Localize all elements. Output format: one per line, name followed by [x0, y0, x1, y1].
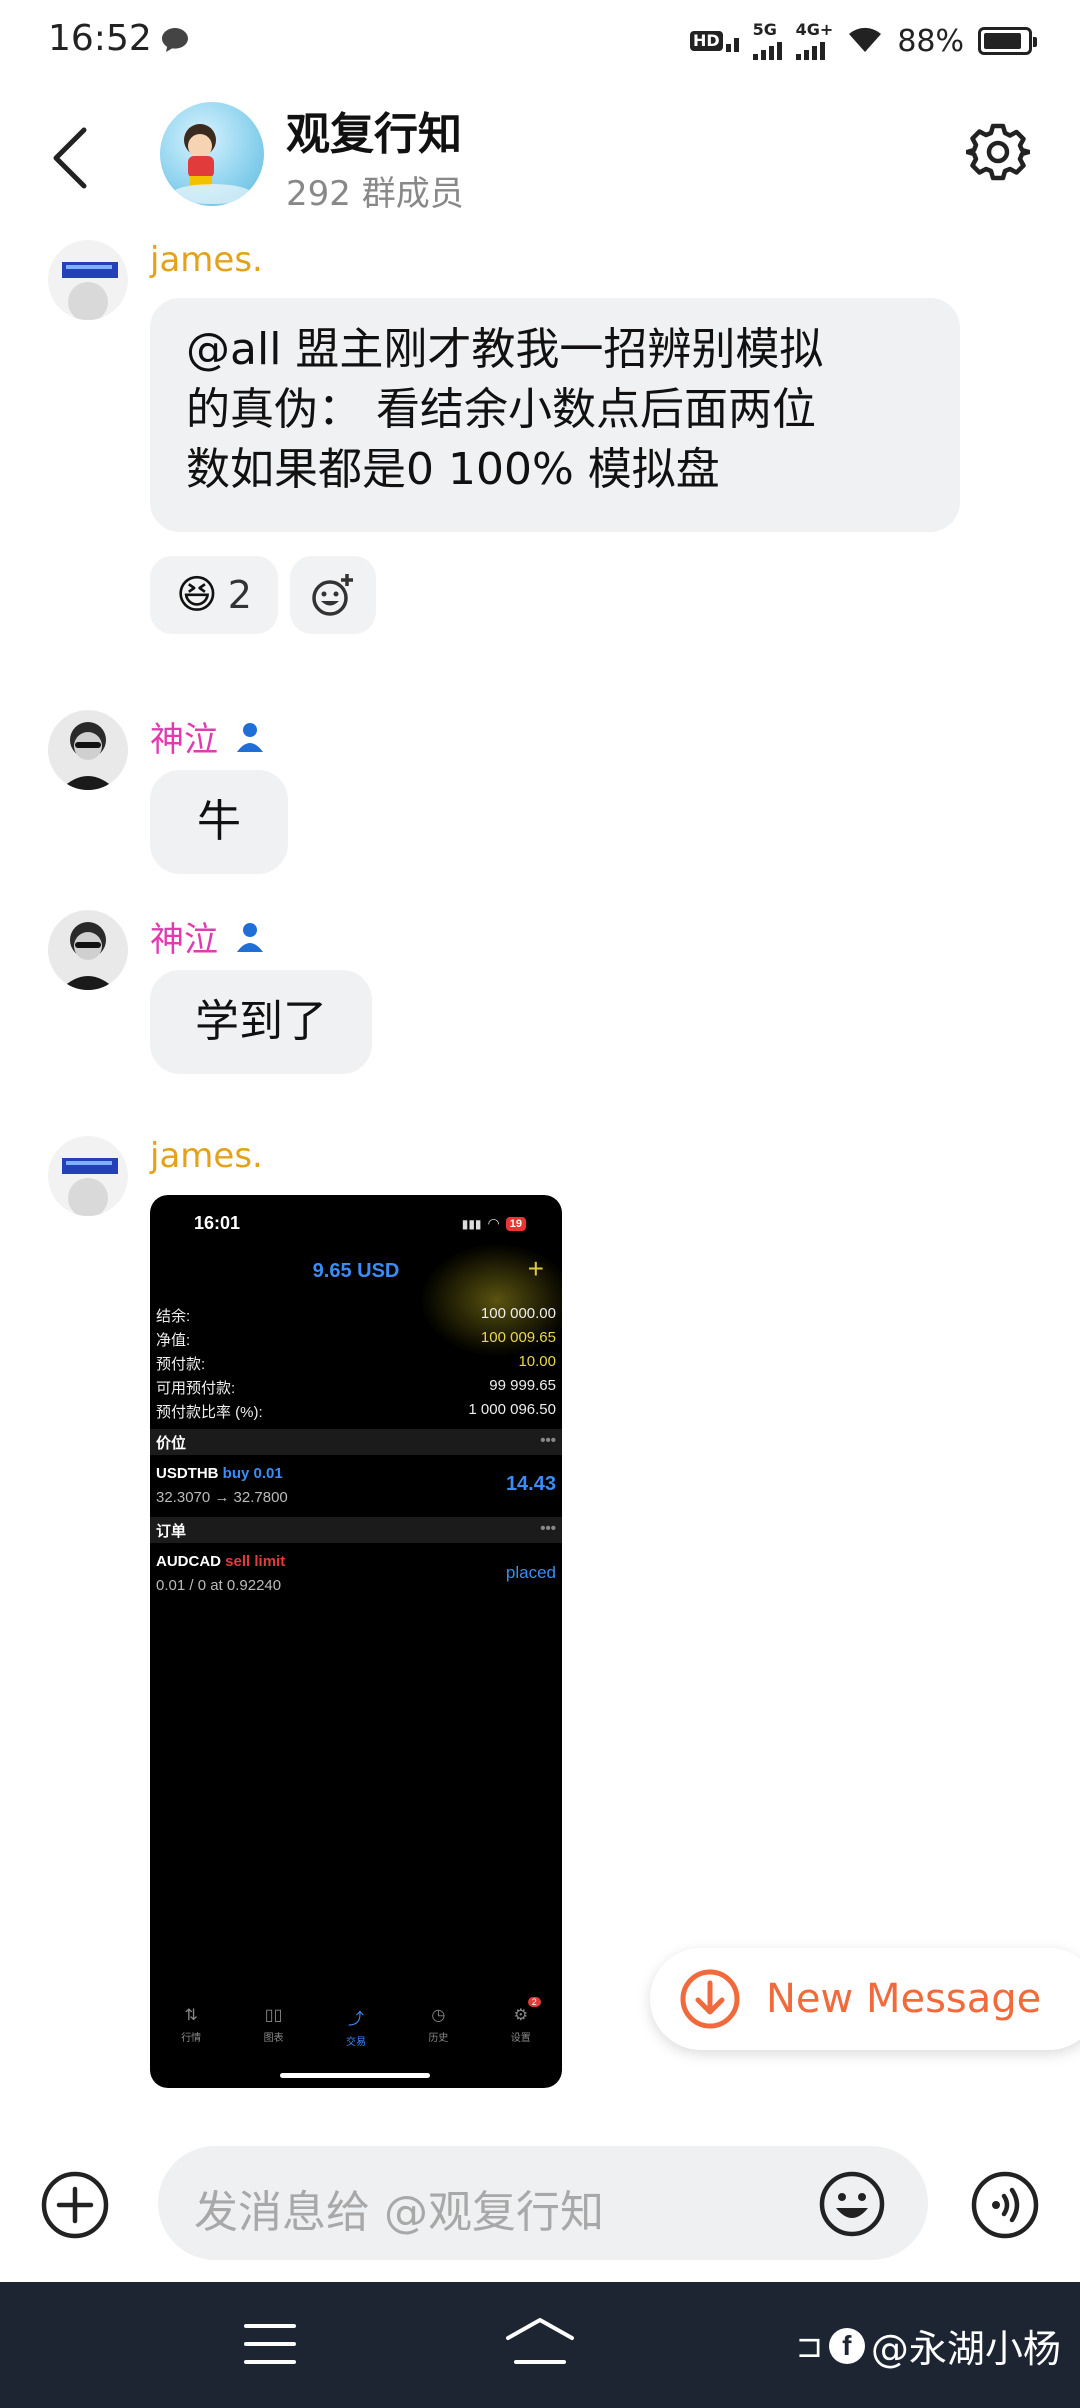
message-bubble[interactable]: 牛: [150, 770, 288, 874]
new-message-button[interactable]: New Message: [650, 1948, 1080, 2050]
arrow-down-circle-icon: [680, 1969, 740, 2029]
add-emoji-icon: [312, 574, 353, 616]
avatar[interactable]: [48, 240, 128, 320]
shot-wifi-icon: ◠: [487, 1215, 500, 1231]
add-reaction-button[interactable]: [290, 556, 376, 634]
shot-signal-icon: ▮▮▮: [461, 1216, 482, 1231]
laughing-emoji-icon: 😆: [176, 572, 218, 618]
shot-order-symbol: AUDCAD sell limit: [156, 1553, 286, 1570]
gear-icon: [964, 123, 1032, 181]
chat-header: 观复行知 292 群成员: [0, 84, 1080, 224]
message-input[interactable]: 发消息给 @观复行知: [158, 2146, 928, 2260]
avatar-image: [60, 722, 116, 790]
5g-signal-icon: 5G: [752, 22, 782, 60]
shot-battery: 19: [505, 1216, 526, 1231]
shot-status-icons: ▮▮▮ ◠ 19: [462, 1215, 526, 1232]
input-bar: 发消息给 @观复行知: [0, 2130, 1080, 2280]
avatar[interactable]: [48, 710, 128, 790]
shot-section-orders: 订单 •••: [150, 1517, 562, 1543]
battery-icon: [978, 27, 1037, 55]
sender-name: 神泣: [150, 720, 218, 760]
shot-row: 可用预付款: 99 999.65: [156, 1377, 556, 1397]
shot-row: 预付款: 10.00: [156, 1353, 556, 1373]
home-icon: [506, 2318, 574, 2364]
message-line: 的真伪： 看结余小数点后面两位: [186, 384, 816, 435]
smiley-icon: [819, 2171, 885, 2237]
avatar-image: [62, 262, 118, 320]
reaction-count: 2: [227, 573, 252, 617]
shot-tab-settings: ⚙ 设置 2: [491, 1997, 551, 2048]
shot-time: 16:01: [194, 1213, 241, 1233]
shot-order-detail: 0.01 / 0 at 0.92240: [156, 1577, 282, 1594]
admin-badge-icon: [237, 722, 263, 752]
watermark: ⊐ f @永湖小杨: [796, 2318, 1061, 2373]
back-arrow-icon: [53, 127, 87, 189]
reaction-chip[interactable]: 😆 2: [150, 556, 278, 634]
message-text: 学到了: [195, 996, 327, 1047]
message-line: 数如果都是0 100% 模拟盘: [186, 444, 720, 495]
sender-name: 神泣: [150, 920, 218, 960]
cartoon-avatar-icon: [172, 124, 252, 204]
add-attachment-button[interactable]: [40, 2170, 110, 2240]
sender-name-row[interactable]: 神泣: [150, 912, 264, 961]
shot-position-symbol: USDTHB buy 0.01: [156, 1465, 283, 1482]
sender-name-row[interactable]: 神泣: [150, 712, 264, 761]
shot-tab-chart: ▯▯ 图表: [263, 2007, 284, 2044]
shot-tab-quotes: ⇅ 行情: [181, 2007, 202, 2044]
shot-tab-history: ◷ 历史: [428, 2007, 449, 2044]
message-text: 牛: [197, 796, 241, 847]
status-indicators: HD 5G 4G+ 88%: [689, 22, 1037, 60]
message-bubble[interactable]: @all 盟主刚才教我一招辨别模拟 的真伪： 看结余小数点后面两位 数如果都是0…: [150, 298, 960, 532]
status-time: 16:52: [48, 18, 152, 59]
shot-position-profit: 14.43: [505, 1473, 556, 1495]
recent-apps-button[interactable]: [244, 2322, 296, 2370]
back-nav-icon: ⊐: [796, 2326, 823, 2365]
wifi-icon: [847, 24, 883, 58]
4g-signal-icon: 4G+: [795, 22, 833, 60]
shot-row: 预付款比率 (%): 1 000 096.50: [156, 1401, 556, 1421]
shot-plus-icon: +: [527, 1253, 544, 1284]
message-line: @all 盟主刚才教我一招辨别模拟: [186, 324, 824, 375]
plus-circle-icon: [41, 2171, 109, 2239]
chat-notification-icon: [160, 26, 190, 58]
avatar-image: [62, 1158, 118, 1216]
shot-settings-badge: 2: [527, 1997, 541, 2007]
menu-icon: [244, 2324, 296, 2364]
member-count[interactable]: 292 群成员: [286, 166, 464, 215]
shot-order-status: placed: [505, 1563, 556, 1582]
admin-badge-icon: [237, 922, 263, 952]
shot-tab-trade: ⤴ 交易: [345, 2011, 366, 2048]
message-bubble[interactable]: 学到了: [150, 970, 372, 1074]
shot-position-prices: 32.3070 → 32.7800: [156, 1489, 288, 1506]
facebook-icon: f: [828, 2327, 865, 2364]
shared-screenshot-image[interactable]: 16:01 ▮▮▮ ◠ 19 9.65 USD + 结余: 100 000.00 …: [150, 1195, 562, 2088]
system-nav-bar: ⊐ f @永湖小杨: [0, 2282, 1080, 2408]
shot-row: 结余: 100 000.00: [156, 1305, 556, 1325]
avatar[interactable]: [48, 1136, 128, 1216]
settings-button[interactable]: [964, 120, 1032, 184]
avatar-image: [60, 922, 116, 990]
message-input-placeholder: 发消息给 @观复行知: [194, 2187, 604, 2238]
avatar[interactable]: [48, 910, 128, 990]
shot-row: 净值: 100 009.65: [156, 1329, 556, 1349]
group-title[interactable]: 观复行知: [286, 98, 462, 162]
shot-tabbar: ⇅ 行情 ▯▯ 图表 ⤴ 交易 ◷ 历史 ⚙ 设置 2: [150, 1997, 562, 2048]
hd-signal-icon: HD: [689, 30, 739, 52]
voice-button[interactable]: [970, 2170, 1040, 2240]
back-button[interactable]: [42, 118, 102, 198]
shot-home-indicator: [280, 2073, 430, 2078]
sender-name[interactable]: james.: [150, 1136, 263, 1176]
new-message-label: New Message: [766, 1976, 1042, 2022]
home-button[interactable]: [504, 2316, 576, 2372]
emoji-button[interactable]: [818, 2170, 886, 2238]
voice-wave-icon: [971, 2171, 1039, 2239]
status-bar: 16:52 HD 5G 4G+ 88%: [0, 0, 1080, 84]
shot-section-positions: 价位 •••: [150, 1429, 562, 1455]
watermark-text: @永湖小杨: [870, 2327, 1061, 2371]
shot-balance-title: 9.65 USD: [312, 1260, 400, 1282]
group-avatar[interactable]: [160, 102, 264, 206]
sender-name[interactable]: james.: [150, 240, 263, 280]
battery-percent: 88%: [897, 23, 964, 59]
